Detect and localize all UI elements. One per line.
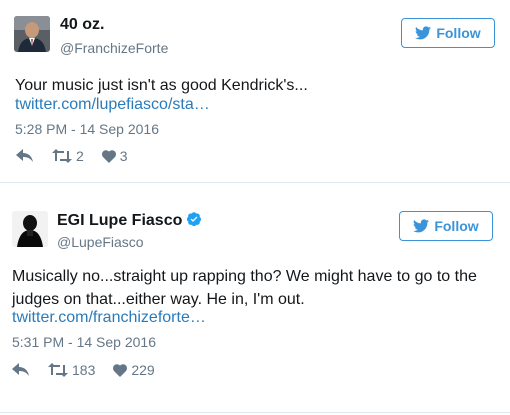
tweet-card: 40 oz. @FranchizeForte Follow Your music… (0, 0, 510, 183)
tweet-text: Musically no...straight up rapping tho? … (12, 268, 477, 308)
follow-button[interactable]: Follow (401, 18, 495, 48)
avatar[interactable] (12, 211, 48, 247)
tweet-actions: 2 3 (16, 148, 146, 164)
tweet-link[interactable]: twitter.com/lupefiasco/sta… (15, 96, 210, 114)
retweet-button[interactable]: 183 (48, 362, 95, 378)
avatar[interactable] (14, 16, 50, 52)
display-name-text: EGI Lupe Fiasco (57, 212, 183, 229)
user-handle[interactable]: @FranchizeForte (60, 40, 168, 56)
tweet-card: EGI Lupe Fiasco @LupeFiasco Follow Music… (0, 183, 510, 415)
twitter-bird-icon (413, 219, 430, 233)
twitter-bird-icon (415, 26, 432, 40)
follow-button-label: Follow (436, 25, 481, 41)
retweet-icon (52, 149, 72, 163)
verified-badge-icon (187, 212, 202, 227)
tweet-text: Your music just isn't as good Kendrick's… (15, 77, 308, 94)
like-count: 3 (119, 148, 128, 164)
tweet-timestamp[interactable]: 5:28 PM - 14 Sep 2016 (15, 121, 159, 137)
like-button[interactable]: 229 (113, 362, 155, 378)
reply-button[interactable] (12, 363, 30, 377)
like-count: 229 (131, 362, 155, 378)
heart-icon (113, 363, 128, 377)
reply-icon (16, 149, 33, 162)
retweet-button[interactable]: 2 (52, 148, 84, 164)
tweet-actions: 183 229 (12, 362, 173, 378)
follow-button-label: Follow (434, 218, 479, 234)
retweet-count: 2 (76, 148, 84, 164)
retweet-icon (48, 363, 68, 377)
user-handle[interactable]: @LupeFiasco (57, 234, 144, 250)
divider (0, 412, 510, 413)
reply-button[interactable] (16, 149, 34, 163)
retweet-count: 183 (72, 362, 96, 378)
like-button[interactable]: 3 (101, 148, 128, 164)
follow-button[interactable]: Follow (399, 211, 493, 241)
tweet-link[interactable]: twitter.com/franchizeforte… (12, 309, 206, 327)
display-name[interactable]: 40 oz. (60, 16, 104, 34)
display-name[interactable]: EGI Lupe Fiasco (57, 211, 202, 230)
tweet-timestamp[interactable]: 5:31 PM - 14 Sep 2016 (12, 334, 156, 350)
heart-icon (101, 149, 116, 163)
reply-icon (12, 363, 29, 376)
